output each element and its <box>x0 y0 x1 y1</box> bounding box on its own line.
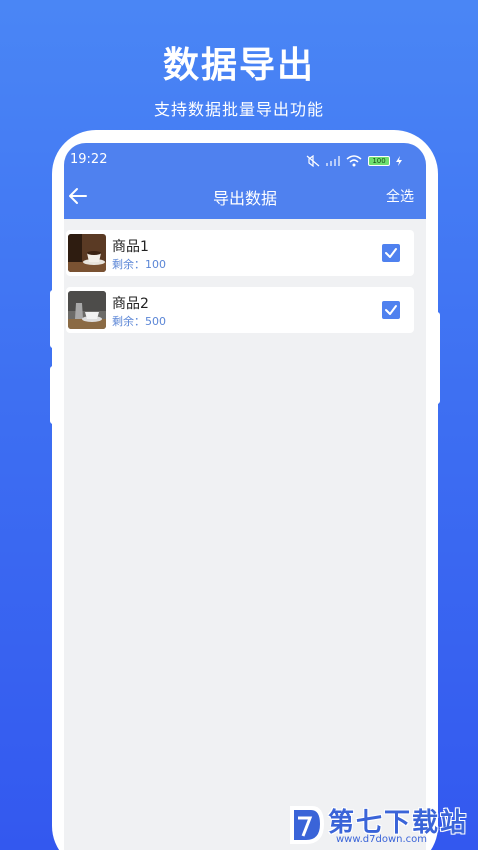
phone-volume-button-lower <box>50 366 56 424</box>
list-item[interactable]: 商品1 剩余：100 <box>66 230 414 276</box>
check-icon <box>385 305 397 315</box>
status-bar: 19:22 100 <box>64 151 426 171</box>
charging-icon <box>396 156 402 166</box>
app-bar: 19:22 100 导出数据 全选 <box>64 143 426 219</box>
mute-icon <box>306 155 320 167</box>
status-time: 19:22 <box>70 152 108 167</box>
page-title: 导出数据 <box>212 189 277 208</box>
item-checkbox[interactable] <box>382 244 400 262</box>
item-checkbox[interactable] <box>382 301 400 319</box>
item-name: 商品1 <box>112 239 149 255</box>
watermark: 第七下载站 www.d7down.com <box>282 800 478 850</box>
product-thumbnail <box>68 291 106 329</box>
signal-icon <box>326 156 340 166</box>
watermark-url: www.d7down.com <box>336 834 428 845</box>
battery-icon: 100 <box>368 156 390 166</box>
wifi-icon <box>346 155 362 167</box>
check-icon <box>385 248 397 258</box>
product-thumbnail <box>68 234 106 272</box>
item-stock: 剩余：500 <box>112 315 166 328</box>
promo-title: 数据导出 <box>162 45 315 86</box>
app-screen: 19:22 100 导出数据 全选 商品1 剩余：100 商品2 剩余：500 <box>64 143 426 850</box>
phone-power-button <box>434 312 440 404</box>
promo-subtitle: 支持数据批量导出功能 <box>153 100 324 119</box>
list-item[interactable]: 商品2 剩余：500 <box>66 287 414 333</box>
watermark-logo <box>290 806 324 844</box>
phone-volume-button <box>50 290 56 348</box>
item-name: 商品2 <box>112 296 149 312</box>
status-icons: 100 <box>306 154 402 168</box>
item-stock: 剩余：100 <box>112 258 166 271</box>
select-all-button[interactable]: 全选 <box>386 186 414 206</box>
